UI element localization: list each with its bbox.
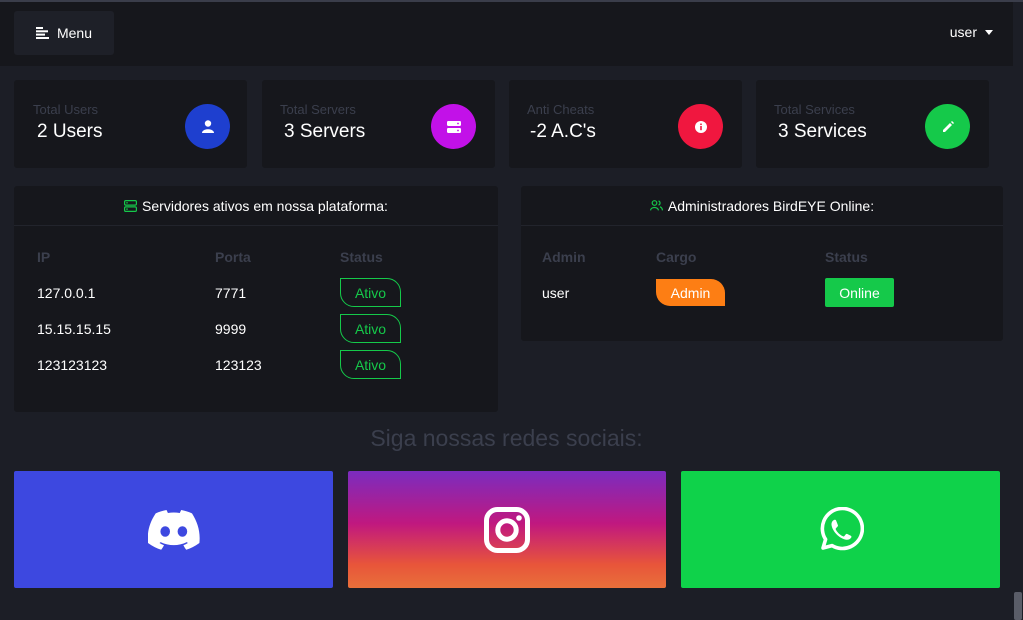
cell-ip: 123123123 (37, 357, 108, 373)
menu-button[interactable]: Menu (14, 11, 114, 55)
servers-panel: Servidores ativos em nossa plataforma: I… (14, 186, 498, 412)
pencil-icon (925, 104, 970, 149)
stat-card-services: Total Services 3 Services (756, 80, 989, 168)
stat-label: Total Users (33, 102, 99, 117)
discord-icon (147, 509, 200, 550)
server-icon (431, 104, 476, 149)
user-label: user (949, 24, 977, 40)
panel-title: Servidores ativos em nossa plataforma: (142, 197, 388, 214)
stat-card-servers: Total Servers 3 Servers (262, 80, 495, 168)
stat-card-anticheats: Anti Cheats -2 A.C's (509, 80, 742, 168)
column-header-cargo: Cargo (656, 249, 697, 265)
status-badge: Ativo (340, 314, 401, 343)
role-badge: Admin (656, 279, 725, 306)
status-badge: Ativo (340, 278, 401, 307)
status-badge: Online (825, 278, 894, 307)
user-dropdown[interactable]: user (950, 22, 993, 42)
cell-port: 123123 (215, 357, 262, 373)
users-icon (649, 200, 663, 211)
user-icon (185, 104, 230, 149)
chevron-down-icon (985, 29, 993, 35)
cell-port: 7771 (215, 285, 247, 301)
panel-title: Administradores BirdEYE Online: (667, 197, 875, 214)
instagram-icon (484, 506, 530, 553)
column-header-status: Status (340, 249, 383, 265)
whatsapp-link[interactable] (681, 471, 1000, 588)
stat-value: 2 Users (37, 121, 103, 142)
menu-icon (35, 27, 49, 39)
stat-label: Anti Cheats (527, 102, 595, 117)
stat-label: Total Servers (280, 102, 356, 117)
column-header-admin: Admin (542, 249, 586, 265)
cell-ip: 15.15.15.15 (37, 321, 111, 337)
menu-label: Menu (56, 25, 93, 41)
column-header-ip: IP (37, 249, 51, 265)
navbar: Menu user (0, 2, 1013, 66)
instagram-link[interactable] (348, 471, 666, 588)
column-header-status: Status (825, 249, 868, 265)
scrollbar-thumb[interactable] (1014, 592, 1022, 620)
servers-panel-header: Servidores ativos em nossa plataforma: (14, 186, 498, 226)
social-title: Siga nossas redes sociais: (370, 425, 643, 451)
admins-panel-header: Administradores BirdEYE Online: (521, 186, 1003, 226)
cell-port: 9999 (215, 321, 247, 337)
stat-value: 3 Servers (284, 121, 366, 142)
status-badge: Ativo (340, 350, 401, 379)
stat-card-users: Total Users 2 Users (14, 80, 247, 168)
discord-link[interactable] (14, 471, 333, 588)
whatsapp-icon (820, 506, 864, 550)
cell-admin: user (542, 285, 570, 301)
scrollbar[interactable] (1013, 2, 1023, 620)
info-icon (678, 104, 723, 149)
stat-value: 3 Services (778, 121, 867, 142)
column-header-porta: Porta (215, 249, 251, 265)
stat-label: Total Services (774, 102, 855, 117)
stat-value: -2 A.C's (530, 121, 596, 142)
server-icon (124, 199, 138, 212)
cell-ip: 127.0.0.1 (37, 285, 96, 301)
admins-panel: Administradores BirdEYE Online: Admin Ca… (521, 186, 1003, 341)
